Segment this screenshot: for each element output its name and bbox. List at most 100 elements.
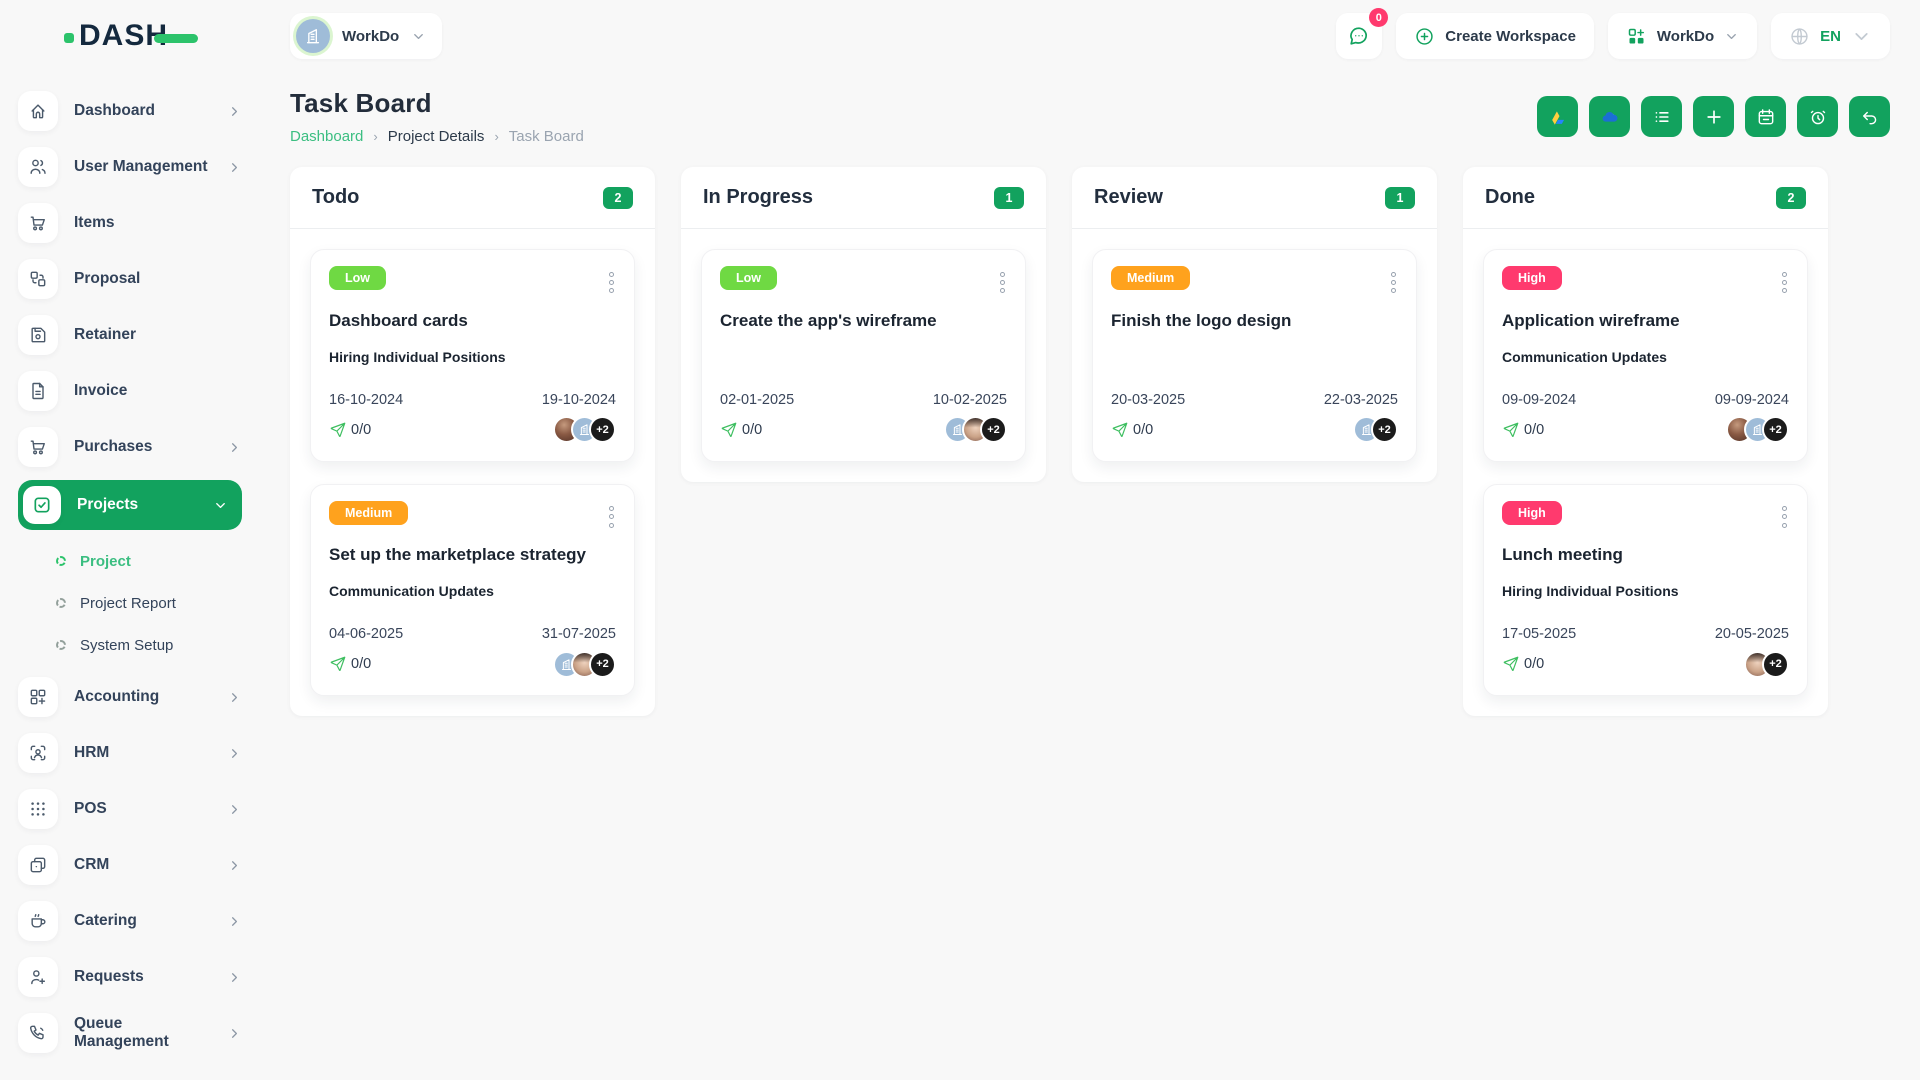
breadcrumb-dashboard-link[interactable]: Dashboard <box>290 128 363 145</box>
more-assignees-badge: +2 <box>589 650 616 678</box>
card-milestone <box>1111 349 1398 366</box>
sidebar-item-requests[interactable]: Requests <box>18 954 242 1000</box>
workdo-apps-menu[interactable]: WorkDo <box>1607 13 1758 59</box>
sidebar-item-user-management[interactable]: User Management <box>18 144 242 190</box>
toolbar-add-button[interactable] <box>1693 96 1734 137</box>
card-title: Application wireframe <box>1502 310 1680 330</box>
phone-icon <box>18 1013 58 1053</box>
toolbar-google-drive-button[interactable] <box>1537 96 1578 137</box>
card-menu-button[interactable] <box>1780 501 1789 534</box>
dots-grid-icon <box>18 789 58 829</box>
sidebar-subnav-projects: Project Project Report System Setup <box>18 540 242 666</box>
progress-count: 0/0 <box>1524 421 1545 438</box>
sidebar-item-accounting[interactable]: Accounting <box>18 674 242 720</box>
task-card[interactable]: High Application wireframe Communication… <box>1483 249 1808 462</box>
swap-icon <box>18 259 58 299</box>
board-column-todo: Todo 2 Low Dashboard cards Hiring Indivi… <box>290 167 655 717</box>
toolbar-list-button[interactable] <box>1641 96 1682 137</box>
sidebar-item-proposal[interactable]: Proposal <box>18 256 242 302</box>
assignee-avatars: +2 <box>553 650 616 678</box>
column-cards: Medium Finish the logo design 20-03-2025… <box>1072 229 1437 482</box>
save-icon <box>18 315 58 355</box>
sidebar-item-items[interactable]: Items <box>18 200 242 246</box>
card-menu-button[interactable] <box>607 501 616 534</box>
sidebar-subitem-project[interactable]: Project <box>18 540 242 582</box>
messages-button[interactable]: 0 <box>1336 8 1389 59</box>
card-milestone <box>720 349 1007 366</box>
sidebar-item-hrm[interactable]: HRM <box>18 730 242 776</box>
send-icon <box>1112 422 1128 437</box>
page-header: Task Board Dashboard › Project Details ›… <box>290 88 1890 145</box>
board-column-done: Done 2 High Application wireframe Commun… <box>1463 167 1828 717</box>
logo-dash-accent <box>154 33 199 43</box>
task-card[interactable]: Low Create the app's wireframe 02-01-202… <box>701 249 1026 462</box>
task-card[interactable]: Medium Set up the marketplace strategy C… <box>310 483 635 697</box>
column-count-badge: 2 <box>1776 186 1806 209</box>
column-count-badge: 1 <box>994 186 1024 209</box>
sidebar-subitem-system-setup[interactable]: System Setup <box>18 624 242 666</box>
task-card[interactable]: High Lunch meeting Hiring Individual Pos… <box>1483 483 1808 697</box>
column-count-badge: 2 <box>603 186 633 209</box>
card-title: Dashboard cards <box>329 310 468 330</box>
card-menu-button[interactable] <box>1780 266 1789 299</box>
assignee-avatars: +2 <box>1744 650 1789 678</box>
users-icon <box>18 147 58 187</box>
breadcrumb: Dashboard › Project Details › Task Board <box>290 128 584 145</box>
breadcrumb-project-details-link[interactable]: Project Details <box>388 128 485 145</box>
start-date: 17-05-2025 <box>1502 626 1577 643</box>
toolbar-calendar-button[interactable] <box>1745 96 1786 137</box>
workspace-selector[interactable]: WorkDo <box>290 13 443 59</box>
timer-icon <box>1808 107 1828 127</box>
progress-count: 0/0 <box>351 421 372 438</box>
column-title: Done <box>1485 186 1535 208</box>
bullet-ring-icon <box>56 556 66 566</box>
priority-badge: High <box>1502 266 1562 290</box>
column-header: Todo 2 <box>290 167 655 228</box>
calendar-icon <box>1756 107 1776 127</box>
task-card[interactable]: Medium Finish the logo design 20-03-2025… <box>1092 249 1417 462</box>
column-cards: High Application wireframe Communication… <box>1463 229 1828 716</box>
start-date: 02-01-2025 <box>720 391 795 408</box>
toolbar-undo-button[interactable] <box>1849 96 1890 137</box>
sidebar-item-purchases[interactable]: Purchases <box>18 424 242 470</box>
card-menu-button[interactable] <box>607 266 616 299</box>
assignee-avatars: +2 <box>553 416 616 444</box>
create-workspace-label: Create Workspace <box>1445 27 1576 45</box>
sidebar-item-queue-management[interactable]: Queue Management <box>18 1010 242 1056</box>
language-selector[interactable]: EN <box>1771 13 1890 59</box>
send-icon <box>330 656 346 672</box>
send-icon <box>1503 656 1519 672</box>
toolbar-timer-button[interactable] <box>1797 96 1838 137</box>
sidebar-item-crm[interactable]: CRM <box>18 842 242 888</box>
assignee-avatars: +2 <box>1353 416 1398 444</box>
onedrive-icon <box>1600 107 1620 127</box>
sidebar-item-retainer[interactable]: Retainer <box>18 312 242 358</box>
topbar-actions: 0 Create Workspace WorkDo EN <box>1336 8 1890 59</box>
assignee-avatars: +2 <box>944 416 1007 444</box>
sidebar: DASH Dashboard User Management Items Pro… <box>0 0 260 1080</box>
sidebar-item-invoice[interactable]: Invoice <box>18 368 242 414</box>
sidebar-item-projects[interactable]: Projects <box>18 480 242 530</box>
app-logo[interactable]: DASH <box>18 0 242 72</box>
undo-icon <box>1860 107 1880 127</box>
logo-dot-accent <box>64 33 74 43</box>
column-title: Review <box>1094 186 1163 208</box>
card-menu-button[interactable] <box>1389 266 1398 299</box>
task-card[interactable]: Low Dashboard cards Hiring Individual Po… <box>310 249 635 462</box>
assignee-avatars: +2 <box>1726 416 1789 444</box>
add-icon <box>1704 107 1724 127</box>
priority-badge: Medium <box>329 500 409 525</box>
column-header: In Progress 1 <box>681 167 1046 228</box>
end-date: 22-03-2025 <box>1323 391 1398 408</box>
cart-icon <box>18 427 58 467</box>
sidebar-subitem-project-report[interactable]: Project Report <box>18 582 242 624</box>
app-root: DASH Dashboard User Management Items Pro… <box>0 0 1920 1080</box>
sidebar-item-catering[interactable]: Catering <box>18 898 242 944</box>
card-menu-button[interactable] <box>998 266 1007 299</box>
toolbar-onedrive-button[interactable] <box>1589 96 1630 137</box>
sidebar-item-dashboard[interactable]: Dashboard <box>18 88 242 134</box>
google-drive-icon <box>1548 107 1568 127</box>
create-workspace-button[interactable]: Create Workspace <box>1396 13 1594 59</box>
home-icon <box>18 91 58 131</box>
sidebar-item-pos[interactable]: POS <box>18 786 242 832</box>
